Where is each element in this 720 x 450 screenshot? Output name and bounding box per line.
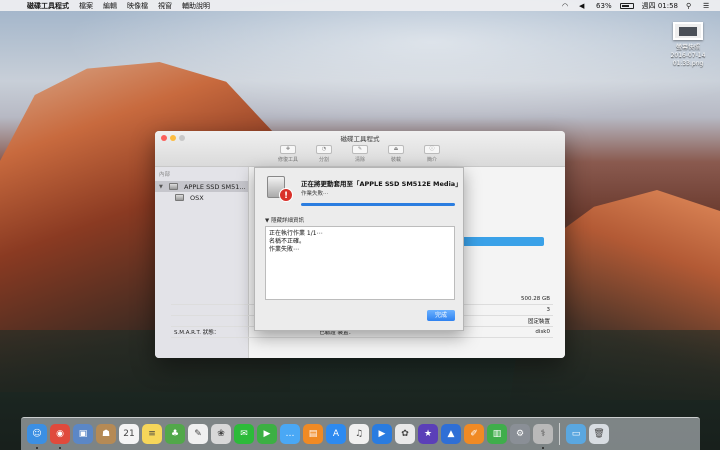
sheet-icon: ! [266, 174, 293, 202]
info-value: 固定裝置 [527, 319, 550, 325]
battery-percent[interactable]: 63% [596, 2, 612, 10]
menu-bar: 磁碟工具程式 檔案 編輯 映像檔 視窗 輔助說明 ◠ ◀ 63% 週四 01:5… [0, 0, 720, 11]
disclosure-triangle-icon[interactable]: ▼ [159, 184, 169, 190]
sheet-title: 正在將更動套用至「APPLE SSD SM512E Media」 [301, 180, 462, 188]
stethoscope-icon: ✚ [280, 145, 296, 154]
messages-icon[interactable]: … [280, 424, 300, 444]
log-line: 名稱不正確。 [269, 238, 306, 245]
facetime-icon[interactable]: ▶ [257, 424, 277, 444]
hard-disk-icon [169, 183, 178, 190]
sidebar-disk-label: APPLE SSD SM51... [184, 182, 246, 191]
menu-window[interactable]: 視窗 [158, 1, 172, 11]
window-titlebar[interactable]: 磁碟工具程式 ✚ 修復工具 ◔ 分割 ✎ 清除 ⏏ 裝載 ⓘ 簡介 [155, 131, 565, 167]
dock-separator [559, 423, 560, 445]
volume-icon[interactable]: ◀ [579, 2, 588, 10]
info-icon: ⓘ [424, 145, 440, 154]
finder-icon[interactable]: ☺ [27, 424, 47, 449]
trash-icon[interactable]: 🗑 [589, 424, 609, 444]
dock: ☺ ◉ ▣ ☗ 21 ≡ ♣ ✎ ❀ ✉ ▶… ▤ A ♫ ▶ ✿ ★ ▲ ✐ ▥ ⚙ ⚕ ▭ 🗑 [21, 417, 700, 450]
downloads-folder-icon[interactable]: ▭ [566, 424, 586, 444]
device-value: disk0 [535, 329, 550, 335]
running-indicator [36, 447, 38, 449]
log-line: 正在執行作業 1/1⋯ [269, 230, 323, 237]
partition-icon: ◔ [316, 145, 332, 154]
erase-icon: ✎ [352, 145, 368, 154]
app-store-icon[interactable]: A [326, 424, 346, 444]
window-title: 磁碟工具程式 [340, 135, 380, 143]
sidebar-volume-label: OSX [190, 193, 204, 202]
toolbar-label: 分割 [318, 157, 329, 163]
toolbar-info-button[interactable]: ⓘ 簡介 [419, 145, 445, 163]
sidebar-section-internal: 內部 [159, 172, 171, 178]
info-value: 3 [546, 307, 551, 313]
running-indicator [542, 447, 544, 449]
toolbar-label: 清除 [354, 157, 365, 163]
photos-icon[interactable]: ❀ [211, 424, 231, 444]
mount-icon: ⏏ [388, 145, 404, 154]
error-badge-icon: ! [279, 188, 293, 202]
window-toolbar: ✚ 修復工具 ◔ 分割 ✎ 清除 ⏏ 裝載 ⓘ 簡介 [155, 145, 565, 163]
details-toggle[interactable]: ▼ 隱藏詳細資訊 [265, 216, 304, 224]
ibooks-icon[interactable]: ▤ [303, 424, 323, 444]
toolbar-partition-button[interactable]: ◔ 分割 [311, 145, 337, 163]
notification-center-icon[interactable]: ☰ [703, 2, 712, 10]
menu-clock[interactable]: 週四 01:58 [642, 1, 678, 11]
battery-icon[interactable] [619, 2, 634, 9]
disk-utility-icon[interactable]: ⚕ [533, 424, 553, 449]
desktop-file-name-line1: 螢幕快照 [675, 44, 700, 51]
running-indicator [59, 447, 61, 449]
keynote-icon[interactable]: ▲ [441, 424, 461, 444]
menu-file[interactable]: 檔案 [79, 1, 93, 11]
progress-bar [301, 203, 455, 206]
desktop-file-name-line2: 2016-07-14 01:33.png [670, 52, 706, 67]
wifi-icon[interactable]: ◠ [562, 2, 571, 10]
picasa-icon[interactable]: ✿ [395, 424, 415, 444]
pages-icon[interactable]: ✐ [464, 424, 484, 444]
toolbar-mount-button[interactable]: ⏏ 裝載 [383, 145, 409, 163]
details-log[interactable]: 正在執行作業 1/1⋯ 名稱不正確。 作業失敗⋯ [265, 226, 455, 300]
done-button[interactable]: 完成 [427, 310, 455, 321]
menu-app-name[interactable]: 磁碟工具程式 [27, 1, 69, 11]
line-icon[interactable]: ✉ [234, 424, 254, 444]
evernote-icon[interactable]: ♣ [165, 424, 185, 444]
smart-status-label: S.M.A.R.T. 狀態： [174, 330, 220, 336]
toolbar-erase-button[interactable]: ✎ 清除 [347, 145, 373, 163]
toolbar-label: 簡介 [426, 157, 437, 163]
textedit-icon[interactable]: ✎ [188, 424, 208, 444]
toolbar-label: 修復工具 [277, 157, 298, 163]
menu-edit[interactable]: 編輯 [103, 1, 117, 11]
spotlight-icon[interactable]: ⚲ [686, 2, 695, 10]
toolbar-label: 裝載 [390, 157, 401, 163]
sidebar-item-disk[interactable]: ▼ APPLE SSD SM51... [155, 181, 248, 192]
contacts-icon[interactable]: ☗ [96, 424, 116, 444]
log-line: 作業失敗⋯ [269, 246, 300, 253]
info-value: 500.28 GB [520, 296, 550, 302]
screenshot-thumbnail-icon [673, 22, 703, 40]
sidebar-item-volume[interactable]: OSX [155, 192, 248, 203]
numbers-icon[interactable]: ▥ [487, 424, 507, 444]
chrome-icon[interactable]: ◉ [50, 424, 70, 449]
details-toggle-label: 隱藏詳細資訊 [270, 218, 304, 224]
quicktime-icon[interactable]: ▶ [372, 424, 392, 444]
system-preferences-icon[interactable]: ⚙ [510, 424, 530, 444]
operation-sheet: ! 正在將更動套用至「APPLE SSD SM512E Media」 作業失敗⋯… [254, 167, 464, 331]
menu-help[interactable]: 輔助說明 [182, 1, 210, 11]
progress-bar-fill [301, 203, 455, 206]
toolbar-first-aid-button[interactable]: ✚ 修復工具 [275, 145, 301, 163]
imovie-icon[interactable]: ★ [418, 424, 438, 444]
itunes-icon[interactable]: ♫ [349, 424, 369, 444]
desktop-screenshot-file[interactable]: 螢幕快照 2016-07-14 01:33.png [658, 22, 718, 68]
sheet-status: 作業失敗⋯ [301, 191, 329, 197]
volume-icon [175, 194, 184, 201]
disclosure-triangle-icon: ▼ [265, 218, 270, 224]
notes-icon[interactable]: ≡ [142, 424, 162, 444]
menu-image[interactable]: 映像檔 [127, 1, 148, 11]
preview-icon[interactable]: ▣ [73, 424, 93, 444]
calendar-icon[interactable]: 21 [119, 424, 139, 444]
